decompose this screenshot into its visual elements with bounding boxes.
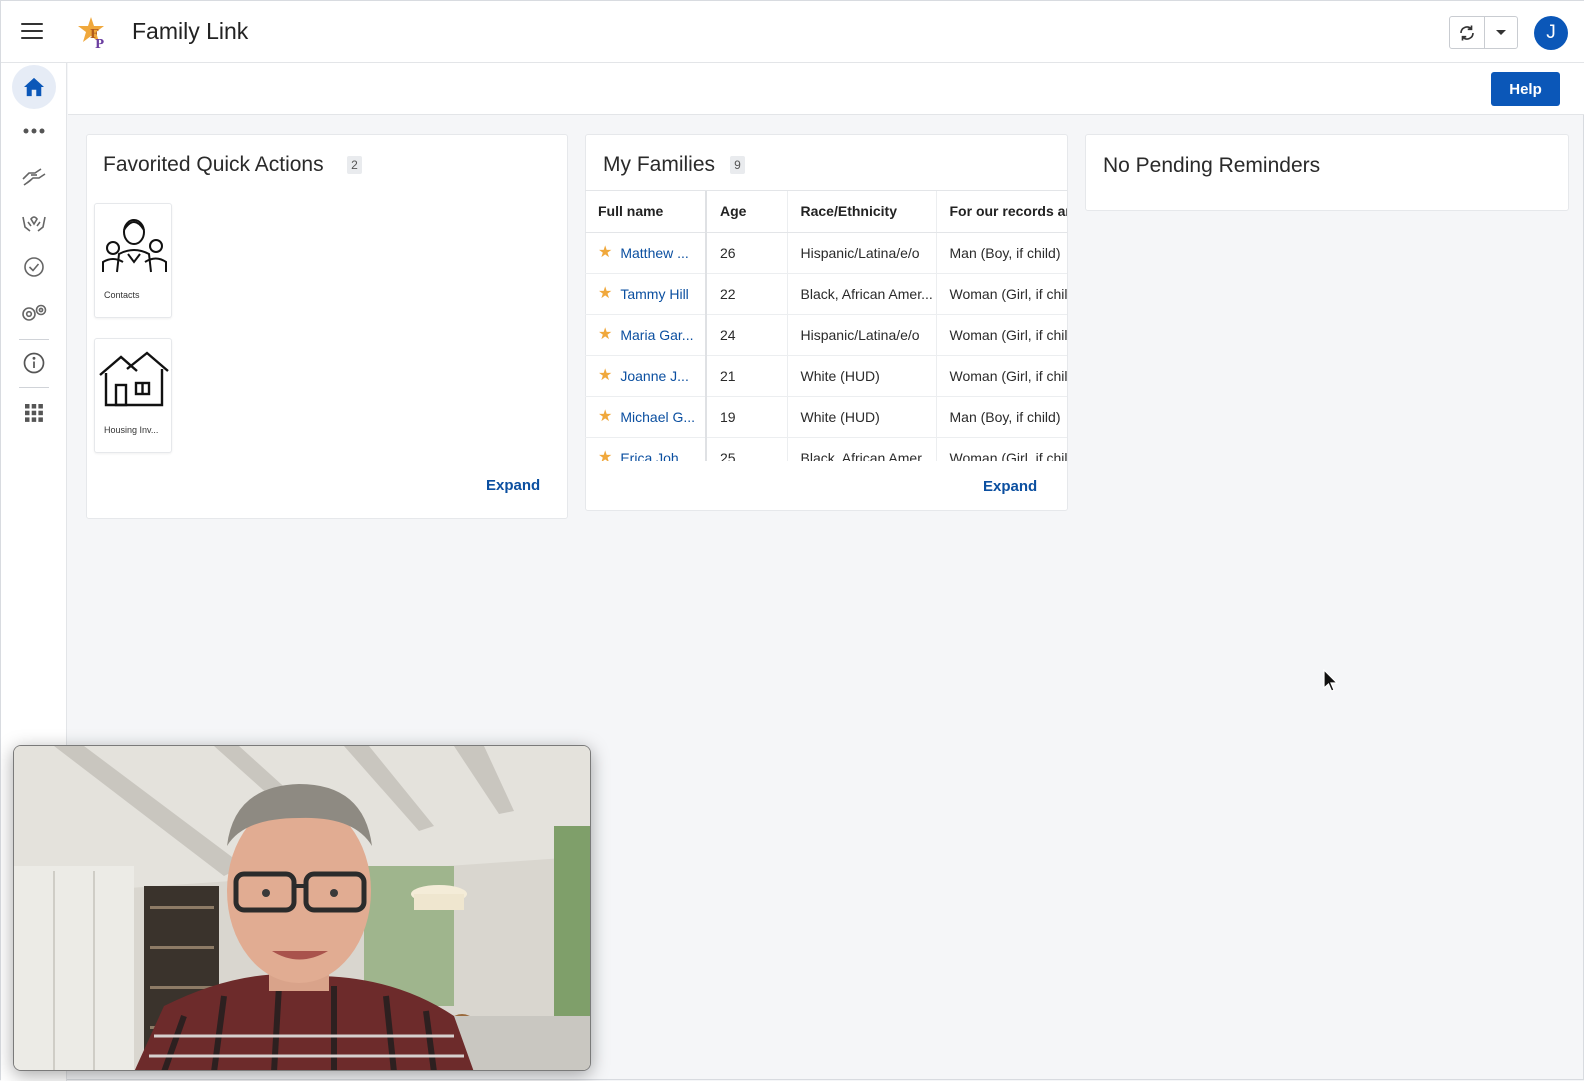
sidebar-item-more[interactable]	[12, 111, 56, 151]
age-cell: 24	[706, 314, 788, 356]
table-row: ★ Michael G... 19 White (HUD) Man (Boy, i…	[585, 396, 1067, 438]
star-icon[interactable]: ★	[598, 449, 612, 461]
menu-icon[interactable]	[21, 23, 43, 41]
people-group-icon	[102, 219, 167, 273]
app-title: Family Link	[132, 18, 249, 44]
houses-icon	[99, 351, 169, 407]
gears-icon	[22, 304, 47, 321]
quick-action-housing[interactable]: Housing Inv...	[94, 338, 172, 453]
column-header-gender[interactable]: For our records and	[936, 191, 1067, 233]
chevron-down-icon	[1496, 30, 1506, 35]
app-logo: F P	[78, 17, 104, 51]
table-row: ★ Erica Joh... 25 Black, African Amer... …	[585, 437, 1067, 461]
quick-actions-count: 2	[347, 156, 362, 174]
help-button[interactable]: Help	[1491, 72, 1560, 106]
grid-apps-icon	[25, 404, 43, 422]
table-row: ★ Joanne J... 21 White (HUD) Woman (Girl,…	[585, 355, 1067, 397]
sync-button[interactable]	[1450, 17, 1485, 48]
star-icon[interactable]: ★	[598, 367, 612, 384]
sync-dropdown-button[interactable]	[1485, 17, 1517, 48]
age-cell: 26	[706, 232, 788, 274]
home-icon	[24, 77, 44, 97]
app-window: F P Family Link J Help Favorited Quick A…	[0, 0, 1584, 1081]
quick-action-label: Contacts	[104, 290, 140, 300]
star-icon[interactable]: ★	[598, 285, 612, 302]
user-avatar[interactable]: J	[1534, 16, 1568, 50]
my-families-expand-link[interactable]: Expand	[983, 478, 1037, 495]
sidebar-item-handshake[interactable]	[12, 157, 56, 197]
gender-cell: Man (Boy, if child)	[936, 232, 1067, 274]
my-families-count: 9	[730, 156, 745, 174]
table-row: ★ Matthew ... 26 Hispanic/Latina/e/o Man …	[585, 232, 1067, 274]
race-cell: Hispanic/Latina/e/o	[787, 314, 937, 356]
table-row: ★ Tammy Hill 22 Black, African Amer... Wo…	[585, 273, 1067, 315]
sidebar-item-home[interactable]	[12, 65, 56, 109]
quick-actions-card	[86, 134, 568, 519]
sidebar-item-info[interactable]	[12, 343, 56, 383]
info-icon	[23, 352, 45, 374]
webcam-video-overlay[interactable]	[13, 745, 591, 1071]
sidebar-item-apps[interactable]	[12, 393, 56, 433]
quick-action-contacts[interactable]: Contacts	[94, 203, 172, 318]
race-cell: Black, African Amer...	[787, 437, 937, 461]
gender-cell: Woman (Girl, if child)	[936, 437, 1067, 461]
family-name-link[interactable]: Tammy Hill	[620, 286, 688, 302]
gender-cell: Man (Boy, if child)	[936, 396, 1067, 438]
family-name-link[interactable]: Erica Joh...	[620, 450, 690, 462]
sidebar-divider	[19, 339, 49, 340]
sidebar-item-settings[interactable]	[12, 293, 56, 333]
quick-actions-expand-link[interactable]: Expand	[486, 477, 540, 494]
sync-icon	[1460, 25, 1474, 40]
star-icon[interactable]: ★	[598, 408, 612, 425]
top-bar: F P Family Link J	[1, 1, 1584, 63]
more-horizontal-icon	[23, 128, 45, 134]
column-header-race-ethnicity[interactable]: Race/Ethnicity	[787, 191, 937, 233]
race-cell: Hispanic/Latina/e/o	[787, 232, 937, 274]
family-name-link[interactable]: Matthew ...	[620, 245, 688, 261]
sidebar-item-verified[interactable]	[12, 247, 56, 287]
age-cell: 21	[706, 355, 788, 397]
family-name-link[interactable]: Michael G...	[620, 409, 695, 425]
svg-text:P: P	[95, 37, 104, 51]
gender-cell: Woman (Girl, if child)	[936, 314, 1067, 356]
star-icon[interactable]: ★	[598, 244, 612, 261]
sidebar-item-care[interactable]	[12, 203, 56, 243]
age-cell: 25	[706, 437, 788, 461]
reminders-title: No Pending Reminders	[1103, 154, 1321, 177]
race-cell: White (HUD)	[787, 396, 937, 438]
race-cell: Black, African Amer...	[787, 273, 937, 315]
my-families-title: My Families	[603, 153, 716, 176]
star-icon[interactable]: ★	[598, 326, 612, 343]
quick-action-label: Housing Inv...	[104, 425, 159, 435]
gender-cell: Woman (Girl, if child)	[936, 355, 1067, 397]
webcam-frame	[14, 746, 590, 1070]
handshake-icon	[22, 168, 46, 186]
hands-care-icon	[22, 216, 46, 232]
family-name-link[interactable]: Joanne J...	[620, 368, 689, 384]
family-name-link[interactable]: Maria Gar...	[620, 327, 693, 343]
verified-check-icon	[24, 257, 44, 277]
race-cell: White (HUD)	[787, 355, 937, 397]
age-cell: 19	[706, 396, 788, 438]
sync-control	[1449, 16, 1518, 49]
mouse-cursor-icon	[1323, 669, 1339, 692]
table-header-row: Full name Age Race/Ethnicity For our rec…	[585, 191, 1067, 233]
table-row: ★ Maria Gar... 24 Hispanic/Latina/e/o Wom…	[585, 314, 1067, 356]
quick-actions-title: Favorited Quick Actions	[103, 153, 324, 176]
families-table: Full name Age Race/Ethnicity For our rec…	[585, 190, 1067, 461]
sidebar-divider	[19, 387, 49, 388]
column-header-age[interactable]: Age	[706, 191, 788, 233]
column-header-full-name[interactable]: Full name	[585, 191, 707, 233]
age-cell: 22	[706, 273, 788, 315]
gender-cell: Woman (Girl, if child)	[936, 273, 1067, 315]
help-bar	[68, 63, 1584, 115]
